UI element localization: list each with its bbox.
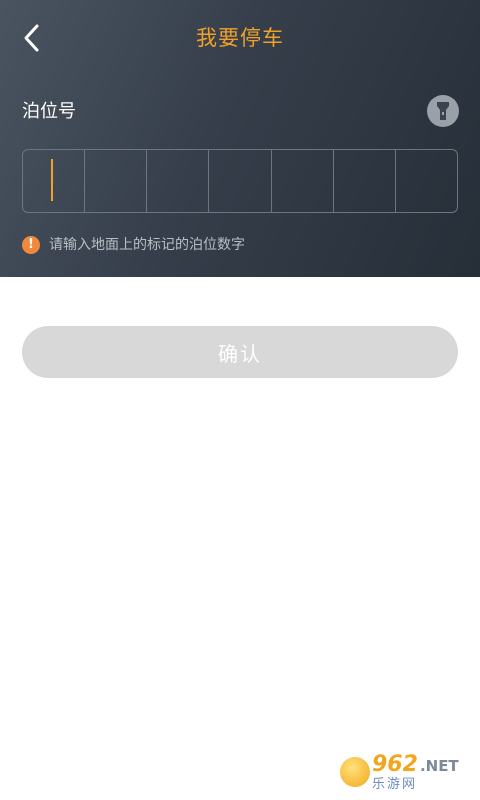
digit-cell-5[interactable] [272, 150, 334, 212]
flashlight-icon [437, 102, 449, 120]
digit-cell-6[interactable] [334, 150, 396, 212]
text-caret [51, 159, 53, 201]
hint-row: ! 请输入地面上的标记的泊位数字 [22, 234, 245, 256]
watermark-suffix: .NET [419, 756, 459, 775]
watermark-text: 962 .NET 乐游网 [372, 751, 459, 792]
digit-cell-3[interactable] [147, 150, 210, 212]
page-title: 我要停车 [196, 26, 284, 50]
watermark-number: 962 [372, 751, 418, 777]
digit-cell-1[interactable] [23, 150, 86, 212]
site-watermark: 962 .NET 乐游网 [340, 750, 472, 794]
confirm-button[interactable]: 确认 [22, 326, 458, 378]
digit-cell-7[interactable] [396, 150, 457, 212]
warning-icon: ! [22, 236, 40, 254]
berth-number-input[interactable] [22, 149, 458, 213]
digit-cell-2[interactable] [85, 150, 148, 212]
watermark-main: 962 .NET [372, 751, 459, 777]
flashlight-button[interactable] [427, 95, 459, 127]
watermark-logo-icon [340, 757, 370, 787]
header-panel: 我要停车 泊位号 ! 请输入地面上的标记的泊位数字 [0, 0, 480, 277]
digit-cell-4[interactable] [209, 150, 272, 212]
berth-number-label: 泊位号 [22, 101, 76, 122]
watermark-sub: 乐游网 [372, 776, 418, 792]
hint-text: 请输入地面上的标记的泊位数字 [49, 237, 245, 253]
